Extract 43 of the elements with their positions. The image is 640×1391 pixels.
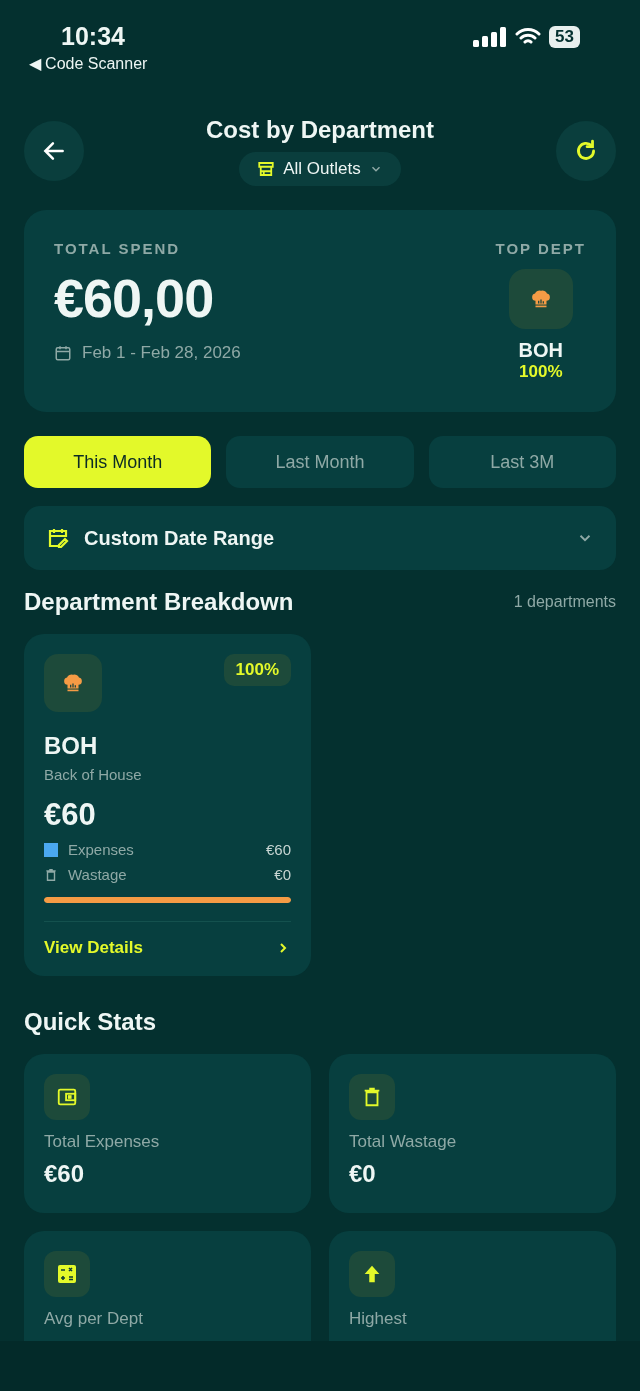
calendar-edit-icon [46,526,70,550]
department-amount: €60 [44,797,97,833]
line-label: Expenses [68,841,134,858]
stat-value: €0 [349,1160,377,1188]
chef-hat-icon [529,288,552,310]
custom-date-range-dropdown[interactable]: Custom Date Range [24,506,616,570]
department-name: Back of House [44,766,143,783]
total-spend-label: TOTAL SPEND [54,240,182,257]
battery-level: 53 [549,26,580,48]
share-badge: 100% [223,654,291,686]
section-title: Quick Stats [24,1008,158,1036]
calculator-icon [55,1262,79,1286]
date-range: Feb 1 - Feb 28, 2026 [82,343,241,363]
page-title: Cost by Department [205,116,434,144]
outlet-dropdown[interactable]: All Outlets [239,152,401,186]
signal-icon [473,27,508,47]
wallet-icon [56,1086,78,1108]
period-tab[interactable]: This Month [24,436,212,488]
department-code: BOH [44,732,99,760]
department-count: 1 departments [513,593,616,611]
section-title: Department Breakdown [24,588,294,616]
stat-label: Total Expenses [44,1132,161,1152]
top-dept-label: TOP DEPT [495,240,586,257]
top-dept-name: BOH [518,339,563,362]
store-icon [257,160,276,178]
square-icon [44,842,58,857]
line-value: €0 [274,866,291,883]
calendar-icon [54,344,72,362]
stat-value: €60 [44,1160,86,1188]
trash-icon [44,867,58,882]
stat-label: Avg per Dept [44,1309,144,1329]
period-tab[interactable]: Last 3M [428,436,616,488]
view-details-link[interactable]: View Details [44,938,291,958]
back-to-app-link[interactable]: ◀ Code Scanner [28,54,148,73]
line-value: €60 [265,841,291,858]
top-dept-share: 100% [519,362,563,382]
stat-label: Total Wastage [349,1132,458,1152]
period-tab[interactable]: Last Month [226,436,414,488]
line-label: Wastage [68,866,127,883]
chef-hat-icon [62,672,84,694]
stat-label: Highest [349,1309,408,1329]
status-time: 10:34 [61,22,125,51]
total-spend-amount: €60,00 [54,267,215,329]
